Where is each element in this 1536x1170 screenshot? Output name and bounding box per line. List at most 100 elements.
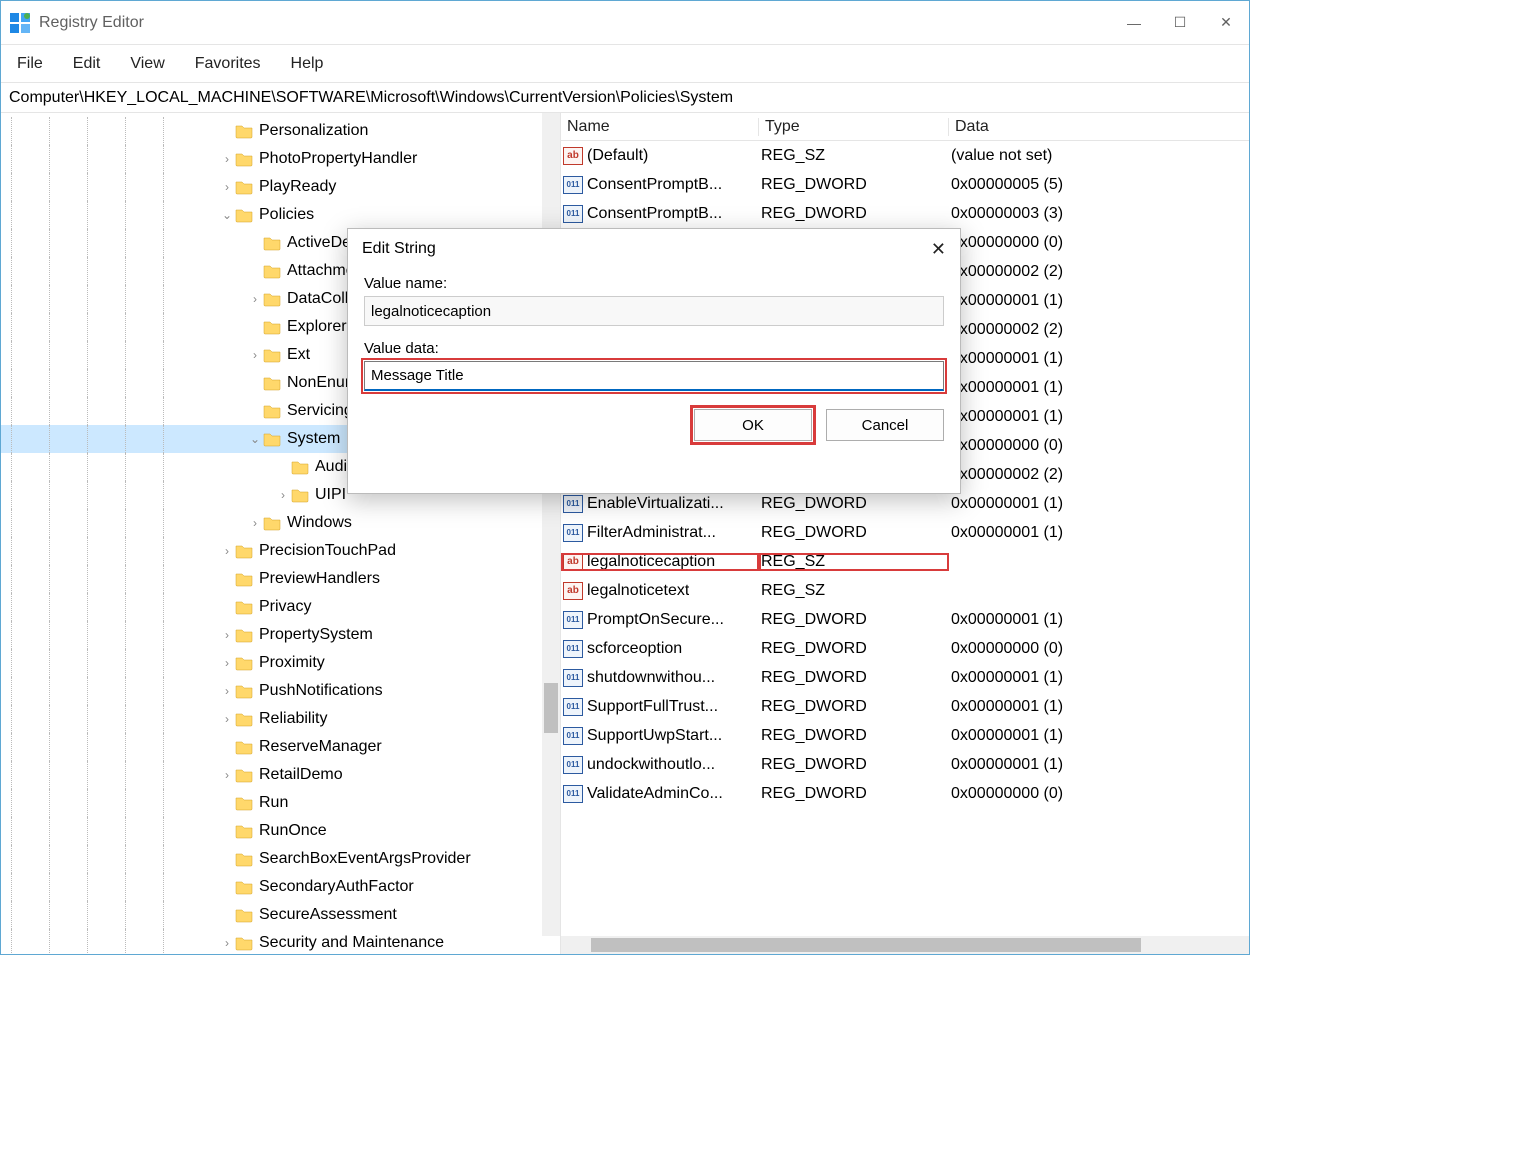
tree-item[interactable]: SearchBoxEventArgsProvider <box>1 845 560 873</box>
expander-icon[interactable]: › <box>219 656 235 670</box>
column-header-data[interactable]: Data <box>949 118 1249 136</box>
value-name: (Default) <box>587 147 648 165</box>
tree-item[interactable]: ›PushNotifications <box>1 677 560 705</box>
menu-help[interactable]: Help <box>289 51 326 77</box>
menu-view[interactable]: View <box>128 51 166 77</box>
expander-icon[interactable]: › <box>219 684 235 698</box>
value-type: REG_DWORD <box>759 495 949 513</box>
address-bar[interactable]: Computer\HKEY_LOCAL_MACHINE\SOFTWARE\Mic… <box>1 83 1249 113</box>
tree-item[interactable]: ReserveManager <box>1 733 560 761</box>
expander-icon[interactable]: › <box>247 516 263 530</box>
folder-icon <box>263 404 281 419</box>
value-type: REG_DWORD <box>759 176 949 194</box>
cancel-button[interactable]: Cancel <box>826 409 944 441</box>
folder-icon <box>235 936 253 951</box>
menubar: File Edit View Favorites Help <box>1 45 1249 83</box>
expander-icon[interactable]: › <box>219 152 235 166</box>
folder-icon <box>235 908 253 923</box>
ok-button[interactable]: OK <box>694 409 812 441</box>
list-row[interactable]: 011PromptOnSecure...REG_DWORD0x00000001 … <box>561 605 1249 634</box>
tree-scrollbar-thumb[interactable] <box>544 683 558 733</box>
folder-icon <box>235 572 253 587</box>
value-data: 0x00000001 (1) <box>949 611 1249 629</box>
expander-icon[interactable]: ⌄ <box>219 208 235 222</box>
tree-item[interactable]: Privacy <box>1 593 560 621</box>
list-row[interactable]: 011SupportFullTrust...REG_DWORD0x0000000… <box>561 692 1249 721</box>
value-data: 0x00000001 (1) <box>949 379 1249 397</box>
tree-item[interactable]: Run <box>1 789 560 817</box>
menu-favorites[interactable]: Favorites <box>193 51 263 77</box>
expander-icon[interactable]: › <box>275 488 291 502</box>
expander-icon[interactable]: › <box>219 628 235 642</box>
value-type: REG_DWORD <box>759 669 949 687</box>
tree-item[interactable]: SecureAssessment <box>1 901 560 929</box>
tree-item[interactable]: ⌄Policies <box>1 201 560 229</box>
address-text: Computer\HKEY_LOCAL_MACHINE\SOFTWARE\Mic… <box>9 89 733 107</box>
tree-item[interactable]: ›PlayReady <box>1 173 560 201</box>
value-data: 0x00000001 (1) <box>949 698 1249 716</box>
folder-icon <box>235 544 253 559</box>
list-row[interactable]: 011undockwithoutlo...REG_DWORD0x00000001… <box>561 750 1249 779</box>
list-row[interactable]: 011SupportUwpStart...REG_DWORD0x00000001… <box>561 721 1249 750</box>
dialog-close-button[interactable]: ✕ <box>931 239 946 260</box>
value-data: 0x00000001 (1) <box>949 408 1249 426</box>
column-header-type[interactable]: Type <box>759 118 949 136</box>
tree-item[interactable]: ›RetailDemo <box>1 761 560 789</box>
tree-item[interactable]: ›Windows <box>1 509 560 537</box>
expander-icon[interactable]: › <box>247 348 263 362</box>
close-button[interactable]: ✕ <box>1203 7 1249 39</box>
list-row[interactable]: 011ValidateAdminCo...REG_DWORD0x00000000… <box>561 779 1249 808</box>
value-name: ValidateAdminCo... <box>587 785 723 803</box>
list-scrollbar-horizontal[interactable] <box>561 936 1249 954</box>
tree-item[interactable]: Personalization <box>1 117 560 145</box>
expander-icon[interactable]: › <box>219 768 235 782</box>
tree-item[interactable]: PreviewHandlers <box>1 565 560 593</box>
expander-icon[interactable]: › <box>219 544 235 558</box>
expander-icon[interactable]: › <box>219 180 235 194</box>
expander-icon[interactable]: › <box>247 292 263 306</box>
value-data-field[interactable] <box>364 361 944 391</box>
expander-icon[interactable]: › <box>219 712 235 726</box>
list-row[interactable]: ab(Default)REG_SZ(value not set) <box>561 141 1249 170</box>
value-name: PromptOnSecure... <box>587 611 724 629</box>
folder-icon <box>263 348 281 363</box>
tree-item[interactable]: ›PropertySystem <box>1 621 560 649</box>
folder-icon <box>235 768 253 783</box>
menu-file[interactable]: File <box>15 51 45 77</box>
tree-item[interactable]: ›PrecisionTouchPad <box>1 537 560 565</box>
titlebar[interactable]: Registry Editor — ☐ ✕ <box>1 1 1249 45</box>
list-row[interactable]: ablegalnoticetextREG_SZ <box>561 576 1249 605</box>
string-icon: ab <box>563 553 583 571</box>
list-scrollbar-thumb[interactable] <box>591 938 1141 952</box>
expander-icon[interactable]: ⌄ <box>247 432 263 446</box>
value-type: REG_DWORD <box>759 205 949 223</box>
tree-item[interactable]: › PhotoPropertyHandler <box>1 145 560 173</box>
dword-icon: 011 <box>563 176 583 194</box>
value-type: REG_SZ <box>759 553 949 571</box>
tree-item[interactable]: SecondaryAuthFactor <box>1 873 560 901</box>
tree-item[interactable]: RunOnce <box>1 817 560 845</box>
minimize-button[interactable]: — <box>1111 7 1157 39</box>
value-data: 0x00000001 (1) <box>949 292 1249 310</box>
window-title: Registry Editor <box>39 14 144 32</box>
value-type: REG_DWORD <box>759 727 949 745</box>
list-row[interactable]: ablegalnoticecaptionREG_SZ <box>561 547 1249 576</box>
menu-edit[interactable]: Edit <box>71 51 103 77</box>
list-row[interactable]: 011shutdownwithou...REG_DWORD0x00000001 … <box>561 663 1249 692</box>
list-row[interactable]: 011ConsentPromptB...REG_DWORD0x00000003 … <box>561 199 1249 228</box>
column-header-name[interactable]: Name <box>561 118 759 136</box>
tree-item[interactable]: ›Reliability <box>1 705 560 733</box>
value-data: 0x00000002 (2) <box>949 466 1249 484</box>
value-data: 0x00000000 (0) <box>949 437 1249 455</box>
tree-item[interactable]: ›Security and Maintenance <box>1 929 560 954</box>
tree-item-label: PhotoPropertyHandler <box>259 150 417 168</box>
tree-item[interactable]: ›Proximity <box>1 649 560 677</box>
list-row[interactable]: 011FilterAdministrat...REG_DWORD0x000000… <box>561 518 1249 547</box>
value-name: FilterAdministrat... <box>587 524 716 542</box>
value-data-label: Value data: <box>364 340 944 357</box>
maximize-button[interactable]: ☐ <box>1157 7 1203 39</box>
list-row[interactable]: 011ConsentPromptB...REG_DWORD0x00000005 … <box>561 170 1249 199</box>
value-type: REG_DWORD <box>759 785 949 803</box>
expander-icon[interactable]: › <box>219 936 235 950</box>
list-row[interactable]: 011scforceoptionREG_DWORD0x00000000 (0) <box>561 634 1249 663</box>
